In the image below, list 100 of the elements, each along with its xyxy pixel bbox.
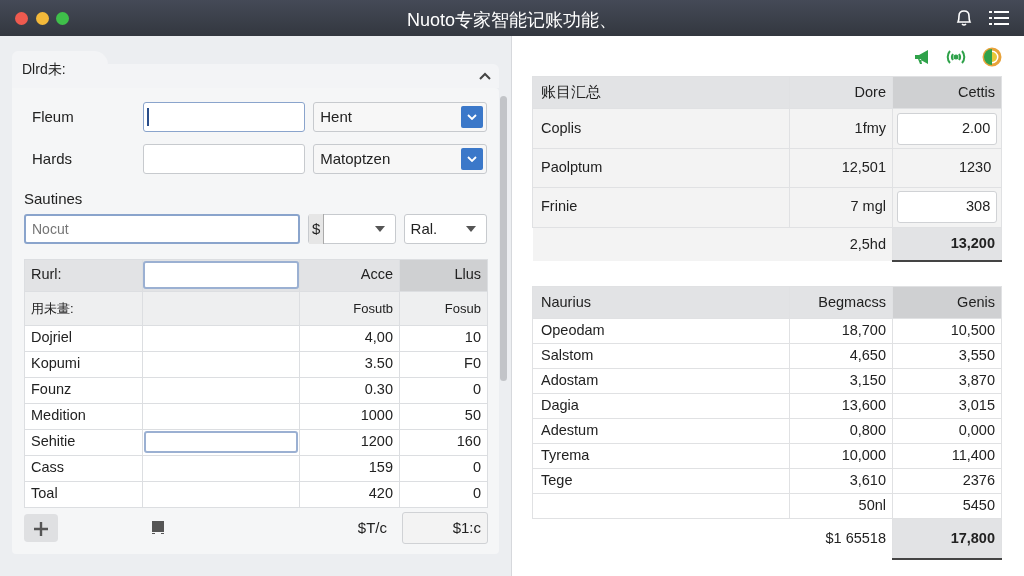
table-cell: Tyrema: [532, 443, 790, 469]
table-cell: 5450: [892, 493, 1002, 519]
column-header: 用未畫:: [24, 291, 143, 326]
table-cell: Opeodam: [532, 318, 790, 344]
total-label: 2,5hd: [789, 227, 893, 262]
table-cell-text: 1230: [958, 158, 993, 177]
total-label: $T/c: [357, 517, 387, 538]
column-header: Cettis: [892, 76, 1002, 109]
table-cell: 159: [299, 455, 400, 482]
zoom-button[interactable]: [56, 11, 69, 25]
currency-select[interactable]: $: [308, 213, 396, 244]
stop-icon[interactable]: [152, 521, 164, 535]
table-cell: 3,550: [892, 343, 1002, 369]
status-icon[interactable]: [982, 47, 1002, 67]
table-cell: 0.30: [299, 377, 400, 404]
table-cell: Dojriel: [24, 325, 143, 352]
dropdown[interactable]: Matoptzen: [313, 144, 487, 174]
chevron-down-icon: [467, 156, 477, 162]
table-cell: Adostam: [532, 368, 790, 394]
caret-icon: [374, 225, 385, 232]
input-field[interactable]: [143, 102, 306, 132]
table-cell: Toal: [24, 481, 143, 508]
table-cell: 50nl: [789, 493, 893, 519]
total-value: 17,800: [892, 518, 1002, 559]
rate-select[interactable]: Ral.: [403, 213, 487, 244]
table-cell: 420: [299, 481, 400, 508]
table-cell: 3.50: [299, 351, 400, 378]
table-cell: 3,015: [892, 393, 1002, 419]
table-cell: 0: [399, 455, 488, 482]
table-cell: 1200: [299, 429, 400, 456]
column-header: Naurius: [532, 286, 790, 319]
table-cell: 11,400: [892, 443, 1002, 469]
table-cell: 12,501: [789, 148, 893, 187]
input-field[interactable]: [143, 144, 306, 174]
add-button[interactable]: [24, 513, 58, 542]
section-label: Sautines: [24, 188, 84, 209]
input-field[interactable]: [144, 431, 298, 454]
table-cell: 7 mgl: [789, 187, 893, 228]
table-cell: 160: [399, 429, 488, 456]
table-cell: 50: [399, 403, 488, 430]
table-cell: 3,150: [789, 368, 893, 394]
total-label: $1 65518: [789, 518, 893, 559]
field-label: Hards: [31, 148, 73, 169]
table-cell: 18,700: [789, 318, 893, 344]
table-cell: 2.00: [896, 112, 998, 145]
column-header: Dore: [789, 76, 893, 109]
table-cell: Frinie: [532, 187, 790, 228]
table-cell: 3,610: [789, 468, 893, 494]
table-cell: 10,500: [892, 318, 1002, 344]
table-cell: Salstom: [532, 343, 790, 369]
field-label: Fleum: [31, 106, 75, 127]
section-tab[interactable]: Dlrd未:: [12, 51, 108, 88]
search-field[interactable]: Nocut: [24, 213, 301, 244]
table-cell: Kopumi: [24, 351, 143, 378]
table-cell: Medition: [24, 403, 143, 430]
megaphone-icon[interactable]: [914, 49, 930, 65]
table-cell: Sehitie: [24, 429, 143, 456]
column-header: Acce: [299, 259, 400, 292]
table-cell: 13,600: [789, 393, 893, 419]
total-value: 13,200: [892, 227, 1002, 262]
table-cell: 0,800: [789, 418, 893, 444]
table-cell: Founz: [24, 377, 143, 404]
table-cell: Adestum: [532, 418, 790, 444]
column-header: Rurl:: [24, 259, 143, 292]
table-cell: 2376: [892, 468, 1002, 494]
chevron-down-icon: [467, 114, 477, 120]
bell-icon[interactable]: [954, 8, 974, 28]
menu-icon[interactable]: [989, 10, 1009, 26]
column-header: Llus: [399, 259, 488, 292]
column-subheader: Fosub: [399, 291, 488, 326]
table-cell: 4,650: [789, 343, 893, 369]
caret-icon: [466, 225, 476, 232]
total-value: $1:c: [402, 511, 488, 544]
scrollbar[interactable]: [500, 96, 507, 381]
table-cell: 1fmy: [789, 108, 893, 149]
table-cell: 4,00: [299, 325, 400, 352]
table-cell: 10: [399, 325, 488, 352]
collapse-icon[interactable]: [479, 72, 491, 80]
table-cell: Cass: [24, 455, 143, 482]
window-title: Nuoto专家智能记账功能、: [406, 10, 617, 30]
table-cell: 0,000: [892, 418, 1002, 444]
plus-icon: [34, 522, 48, 537]
table-cell: 0: [399, 377, 488, 404]
table-cell: 308: [896, 191, 998, 223]
input-field[interactable]: [143, 261, 299, 290]
table-cell: 1000: [299, 403, 400, 430]
table-cell: Tege: [532, 468, 790, 494]
table-cell: F0: [399, 351, 488, 378]
column-header: Genis: [892, 286, 1002, 319]
table-cell: Coplis: [532, 108, 790, 149]
column-header: Begmacss: [789, 286, 893, 319]
table-cell: 3,870: [892, 368, 1002, 394]
column-header: 账目汇总: [532, 76, 790, 109]
signal-icon[interactable]: [945, 48, 967, 66]
dropdown[interactable]: Hent: [313, 102, 487, 132]
table-cell: Dagia: [532, 393, 790, 419]
minimize-button[interactable]: [35, 11, 49, 25]
table-cell: 10,000: [789, 443, 893, 469]
column-subheader: Fosutb: [299, 291, 400, 326]
close-button[interactable]: [15, 11, 28, 25]
